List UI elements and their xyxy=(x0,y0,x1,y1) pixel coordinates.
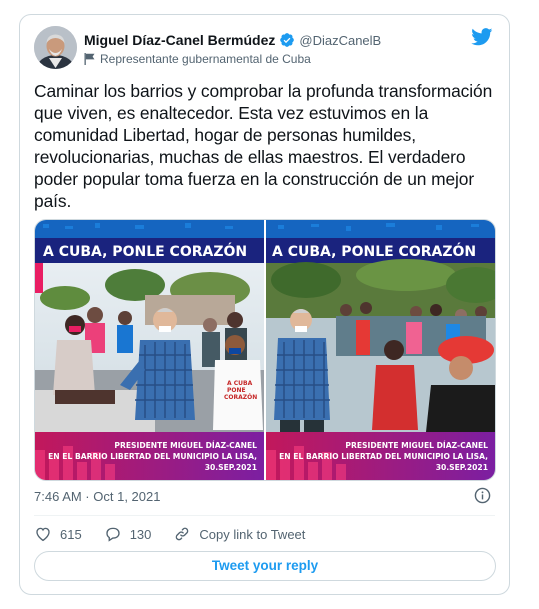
photo-2-caption-date: 30.SEP.2021 xyxy=(436,463,488,472)
twitter-bird-icon[interactable] xyxy=(471,28,493,46)
photo-1-caption-line1: PRESIDENTE MIGUEL DÍAZ-CANEL xyxy=(114,441,257,450)
photo-1[interactable]: A CUBA, PONLE CORAZÓN A CUBA PONE CORAZÓ… xyxy=(35,220,264,480)
photo-2-banner: A CUBA, PONLE CORAZÓN xyxy=(272,242,476,260)
photo-2-caption-line1: PRESIDENTE MIGUEL DÍAZ-CANEL xyxy=(345,441,488,450)
photo-2-image: A CUBA, PONLE CORAZÓN PRESIDENTE MIGUEL … xyxy=(266,220,495,480)
copy-link-label: Copy link to Tweet xyxy=(199,526,306,542)
photo-1-image: A CUBA, PONLE CORAZÓN A CUBA PONE CORAZÓ… xyxy=(35,220,264,480)
author-name[interactable]: Miguel Díaz-Canel Bermúdez xyxy=(84,32,275,48)
author-block: Miguel Díaz-Canel Bermúdez @DiazCanelB R… xyxy=(84,31,444,66)
photo-1-caption-date: 30.SEP.2021 xyxy=(205,463,257,472)
photo-1-caption-line2: EN EL BARRIO LIBERTAD DEL MUNICIPIO LA L… xyxy=(48,452,257,461)
tweet-text: Caminar los barrios y comprobar la profu… xyxy=(34,81,493,211)
like-button[interactable]: 615 xyxy=(34,525,82,543)
tweet-timestamp[interactable]: 7:46 AM · Oct 1, 2021 xyxy=(34,489,160,504)
photo-1-banner: A CUBA, PONLE CORAZÓN xyxy=(43,242,247,260)
name-row: Miguel Díaz-Canel Bermúdez @DiazCanelB xyxy=(84,31,444,49)
svg-text:CORAZÓN: CORAZÓN xyxy=(224,394,257,401)
reply-bubble-icon xyxy=(106,527,120,542)
government-label: Representante gubernamental de Cuba xyxy=(84,52,444,66)
svg-text:PONE: PONE xyxy=(227,387,246,394)
tweet-your-reply-button[interactable]: Tweet your reply xyxy=(34,551,496,581)
svg-text:A CUBA: A CUBA xyxy=(227,380,253,387)
author-handle[interactable]: @DiazCanelB xyxy=(299,33,381,48)
photo-2[interactable]: A CUBA, PONLE CORAZÓN PRESIDENTE MIGUEL … xyxy=(266,220,495,480)
divider xyxy=(34,515,495,516)
like-count: 615 xyxy=(60,526,82,542)
reply-count: 130 xyxy=(129,526,152,542)
reply-count-button[interactable]: 130 xyxy=(104,525,152,543)
avatar[interactable] xyxy=(34,26,77,69)
avatar-image xyxy=(34,26,77,69)
verified-badge-icon xyxy=(280,33,295,47)
label-text: Representante gubernamental de Cuba xyxy=(100,52,311,66)
info-icon[interactable] xyxy=(474,487,491,504)
photo-2-caption-line2: EN EL BARRIO LIBERTAD DEL MUNICIPIO LA L… xyxy=(279,452,488,461)
link-icon xyxy=(176,527,189,541)
media-grid[interactable]: A CUBA, PONLE CORAZÓN A CUBA PONE CORAZÓ… xyxy=(34,219,496,481)
action-bar: 615 130 Copy link to Tweet xyxy=(34,525,327,543)
heart-icon xyxy=(36,527,50,542)
tweet-card: Miguel Díaz-Canel Bermúdez @DiazCanelB R… xyxy=(19,14,510,595)
flag-icon xyxy=(84,53,95,65)
copy-link-button[interactable]: Copy link to Tweet xyxy=(173,525,305,543)
